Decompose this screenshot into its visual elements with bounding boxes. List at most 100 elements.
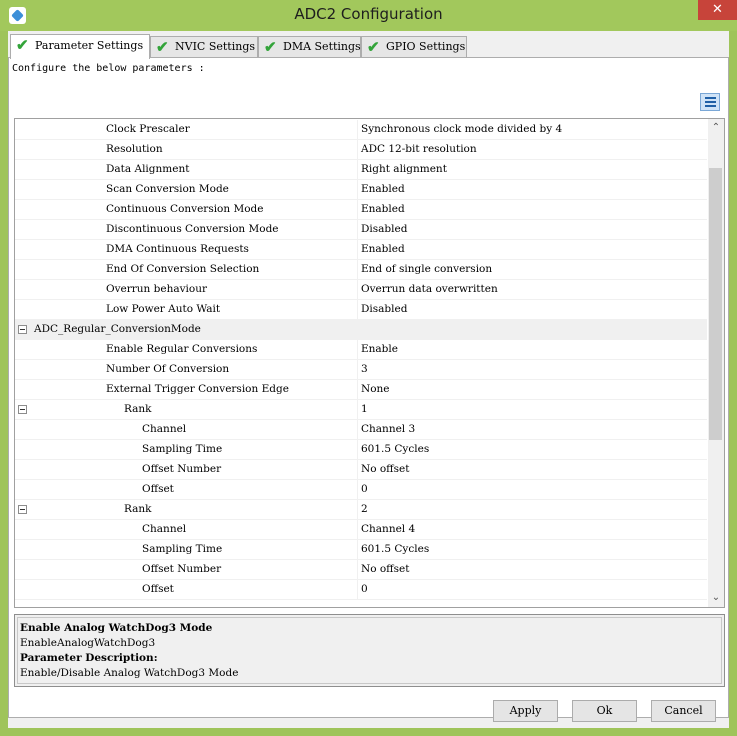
property-value[interactable]: Channel 4 — [361, 523, 415, 535]
property-row[interactable]: Channel Channel 3 — [15, 420, 707, 440]
param-id: EnableAnalogWatchDog3 — [20, 637, 156, 649]
property-value[interactable]: Enable — [361, 343, 398, 355]
property-value[interactable]: 2 — [361, 503, 368, 515]
property-name: Rank — [124, 503, 152, 515]
list-view-icon[interactable] — [700, 93, 720, 111]
collapse-icon[interactable] — [18, 405, 27, 414]
property-row[interactable]: Offset 0 — [15, 580, 707, 600]
group-row[interactable]: ADC_Regular_ConversionMode — [15, 320, 707, 340]
ok-button[interactable]: Ok — [572, 700, 637, 722]
property-value[interactable]: 601.5 Cycles — [361, 443, 429, 455]
property-value[interactable]: Enabled — [361, 183, 405, 195]
property-name: Scan Conversion Mode — [106, 183, 229, 195]
property-row[interactable]: External Trigger Conversion Edge None — [15, 380, 707, 400]
property-row[interactable]: Discontinuous Conversion Mode Disabled — [15, 220, 707, 240]
tab-nvic-settings[interactable]: ✔ NVIC Settings — [150, 36, 258, 58]
property-value[interactable]: 0 — [361, 583, 368, 595]
property-name: Offset Number — [142, 463, 222, 475]
property-name: Enable Regular Conversions — [106, 343, 258, 355]
property-value[interactable]: Synchronous clock mode divided by 4 — [361, 123, 562, 135]
check-icon: ✔ — [367, 38, 380, 56]
param-title: Enable Analog WatchDog3 Mode — [20, 622, 213, 634]
tab-label: NVIC Settings — [175, 40, 256, 53]
property-name: Discontinuous Conversion Mode — [106, 223, 279, 235]
param-desc-text: Enable/Disable Analog WatchDog3 Mode — [20, 667, 239, 679]
property-row[interactable]: End Of Conversion Selection End of single… — [15, 260, 707, 280]
group-name: ADC_Regular_ConversionMode — [34, 323, 201, 335]
property-name: Data Alignment — [106, 163, 190, 175]
cancel-button[interactable]: Cancel — [651, 700, 716, 722]
property-name: Offset — [142, 583, 174, 595]
parameter-settings-panel: Configure the below parameters : Clock P… — [8, 57, 729, 718]
rank-row[interactable]: Rank 1 — [15, 400, 707, 420]
property-value[interactable]: 601.5 Cycles — [361, 543, 429, 555]
property-row[interactable]: Enable Regular Conversions Enable — [15, 340, 707, 360]
property-name: Resolution — [106, 143, 163, 155]
property-grid: Clock Prescaler Synchronous clock mode di… — [14, 118, 725, 608]
property-name: Low Power Auto Wait — [106, 303, 221, 315]
tab-parameter-settings[interactable]: ✔ Parameter Settings — [10, 34, 150, 59]
property-value[interactable]: 3 — [361, 363, 368, 375]
tab-gpio-settings[interactable]: ✔ GPIO Settings — [361, 36, 467, 58]
param-desc-heading: Parameter Description: — [20, 652, 158, 664]
property-row[interactable]: Low Power Auto Wait Disabled — [15, 300, 707, 320]
scroll-thumb[interactable] — [709, 168, 722, 440]
property-value[interactable]: End of single conversion — [361, 263, 492, 275]
property-row[interactable]: Continuous Conversion Mode Enabled — [15, 200, 707, 220]
property-value[interactable]: No offset — [361, 463, 409, 475]
property-name: Sampling Time — [142, 443, 223, 455]
property-row[interactable]: Offset Number No offset — [15, 460, 707, 480]
window-title: ADC2 Configuration — [294, 5, 443, 23]
collapse-icon[interactable] — [18, 505, 27, 514]
property-row[interactable]: Number Of Conversion 3 — [15, 360, 707, 380]
property-name: End Of Conversion Selection — [106, 263, 260, 275]
property-name: Overrun behaviour — [106, 283, 208, 295]
rank-row[interactable]: Rank 2 — [15, 500, 707, 520]
property-name: Channel — [142, 423, 187, 435]
property-row[interactable]: Sampling Time 601.5 Cycles — [15, 540, 707, 560]
property-rows: Clock Prescaler Synchronous clock mode di… — [15, 120, 707, 600]
scroll-up-icon[interactable]: ⌃ — [708, 120, 724, 136]
property-row[interactable]: DMA Continuous Requests Enabled — [15, 240, 707, 260]
property-row[interactable]: Resolution ADC 12-bit resolution — [15, 140, 707, 160]
tab-label: Parameter Settings — [35, 39, 144, 52]
property-value[interactable]: Channel 3 — [361, 423, 415, 435]
property-row[interactable]: Offset Number No offset — [15, 560, 707, 580]
tab-dma-settings[interactable]: ✔ DMA Settings — [258, 36, 361, 58]
property-name: External Trigger Conversion Edge — [106, 383, 289, 395]
property-value[interactable]: Right alignment — [361, 163, 447, 175]
apply-button[interactable]: Apply — [493, 700, 558, 722]
property-name: Number Of Conversion — [106, 363, 230, 375]
property-row[interactable]: Overrun behaviour Overrun data overwritte… — [15, 280, 707, 300]
property-name: Sampling Time — [142, 543, 223, 555]
property-value[interactable]: Disabled — [361, 223, 407, 235]
property-value[interactable]: No offset — [361, 563, 409, 575]
panel-description: Configure the below parameters : — [12, 63, 205, 74]
property-row[interactable]: Sampling Time 601.5 Cycles — [15, 440, 707, 460]
title-bar: ADC2 Configuration ✕ — [0, 0, 737, 31]
property-row[interactable]: Scan Conversion Mode Enabled — [15, 180, 707, 200]
property-value[interactable]: Enabled — [361, 203, 405, 215]
property-value[interactable]: 1 — [361, 403, 368, 415]
property-value[interactable]: 0 — [361, 483, 368, 495]
property-value[interactable]: Disabled — [361, 303, 407, 315]
property-name: DMA Continuous Requests — [106, 243, 249, 255]
dialog-client: ✔ Parameter Settings ✔ NVIC Settings ✔ D… — [8, 31, 729, 728]
tab-label: DMA Settings — [283, 40, 361, 53]
property-row[interactable]: Offset 0 — [15, 480, 707, 500]
check-icon: ✔ — [16, 36, 29, 54]
property-value[interactable]: ADC 12-bit resolution — [361, 143, 477, 155]
vertical-scrollbar[interactable]: ⌃ ⌄ — [708, 119, 724, 607]
property-row[interactable]: Channel Channel 4 — [15, 520, 707, 540]
property-value[interactable]: Enabled — [361, 243, 405, 255]
check-icon: ✔ — [264, 38, 277, 56]
property-row[interactable]: Clock Prescaler Synchronous clock mode di… — [15, 120, 707, 140]
tab-label: GPIO Settings — [386, 40, 466, 53]
property-value[interactable]: Overrun data overwritten — [361, 283, 498, 295]
scroll-down-icon[interactable]: ⌄ — [708, 590, 724, 606]
property-value[interactable]: None — [361, 383, 390, 395]
property-row[interactable]: Data Alignment Right alignment — [15, 160, 707, 180]
close-button[interactable]: ✕ — [698, 0, 737, 20]
parameter-info-inner: Enable Analog WatchDog3 Mode EnableAnalo… — [17, 617, 722, 684]
collapse-icon[interactable] — [18, 325, 27, 334]
